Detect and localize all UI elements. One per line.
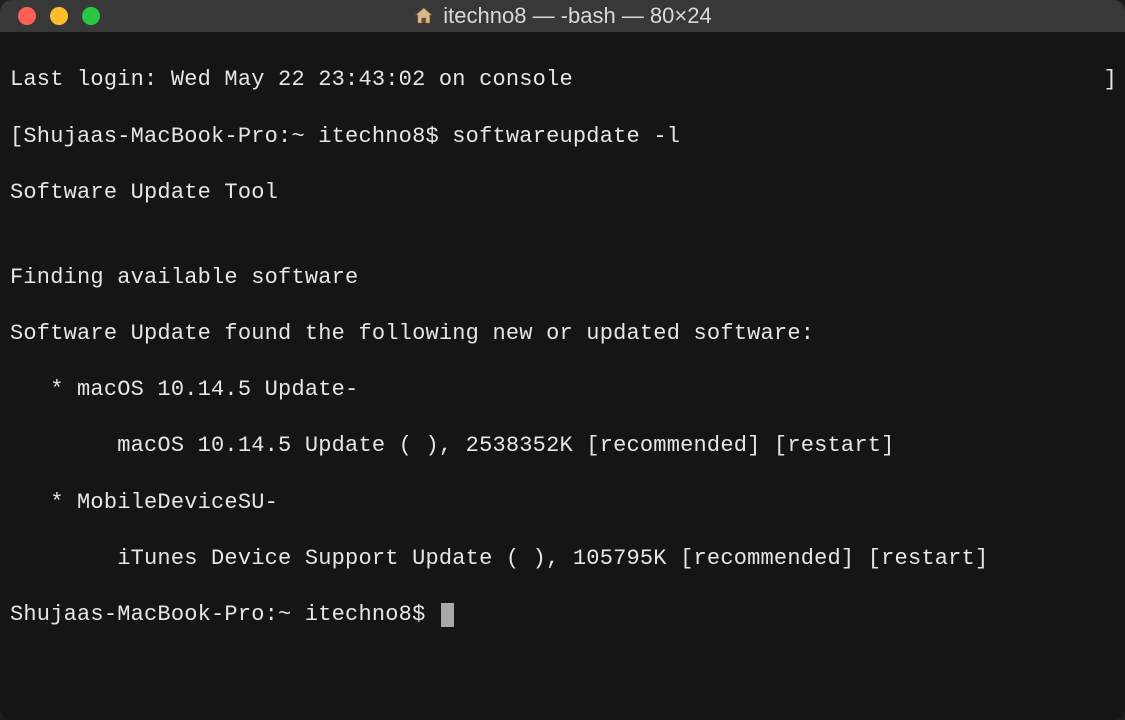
window-title-wrap: itechno8 — -bash — 80×24: [413, 3, 711, 29]
prompt-text-1: Shujaas-MacBook-Pro:~ itechno8$: [23, 124, 452, 149]
terminal-window: itechno8 — -bash — 80×24 Last login: Wed…: [0, 0, 1125, 720]
line-last-login: Last login: Wed May 22 23:43:02 on conso…: [10, 66, 1115, 94]
prompt-bracket-open: [: [10, 124, 23, 149]
traffic-lights: [18, 7, 100, 25]
line-finding: Finding available software: [10, 264, 1115, 292]
command-1: softwareupdate -l: [452, 124, 680, 149]
home-icon: [413, 6, 433, 26]
line-item1-detail: macOS 10.14.5 Update ( ), 2538352K [reco…: [10, 432, 1115, 460]
line-tool-name: Software Update Tool: [10, 179, 1115, 207]
zoom-button[interactable]: [82, 7, 100, 25]
window-title: itechno8 — -bash — 80×24: [443, 3, 711, 29]
line-found-header: Software Update found the following new …: [10, 320, 1115, 348]
line-item2-detail: iTunes Device Support Update ( ), 105795…: [10, 545, 1115, 573]
scroll-bracket-icon: ]: [1104, 66, 1117, 94]
terminal-body[interactable]: Last login: Wed May 22 23:43:02 on conso…: [0, 32, 1125, 720]
titlebar[interactable]: itechno8 — -bash — 80×24: [0, 0, 1125, 32]
line-prompt-2: Shujaas-MacBook-Pro:~ itechno8$: [10, 601, 1115, 629]
cursor: [441, 603, 454, 627]
prompt-text-2: Shujaas-MacBook-Pro:~ itechno8$: [10, 602, 439, 627]
minimize-button[interactable]: [50, 7, 68, 25]
close-button[interactable]: [18, 7, 36, 25]
line-item1-star: * macOS 10.14.5 Update-: [10, 376, 1115, 404]
line-prompt-1: [Shujaas-MacBook-Pro:~ itechno8$ softwar…: [10, 123, 1115, 151]
line-item2-star: * MobileDeviceSU-: [10, 489, 1115, 517]
